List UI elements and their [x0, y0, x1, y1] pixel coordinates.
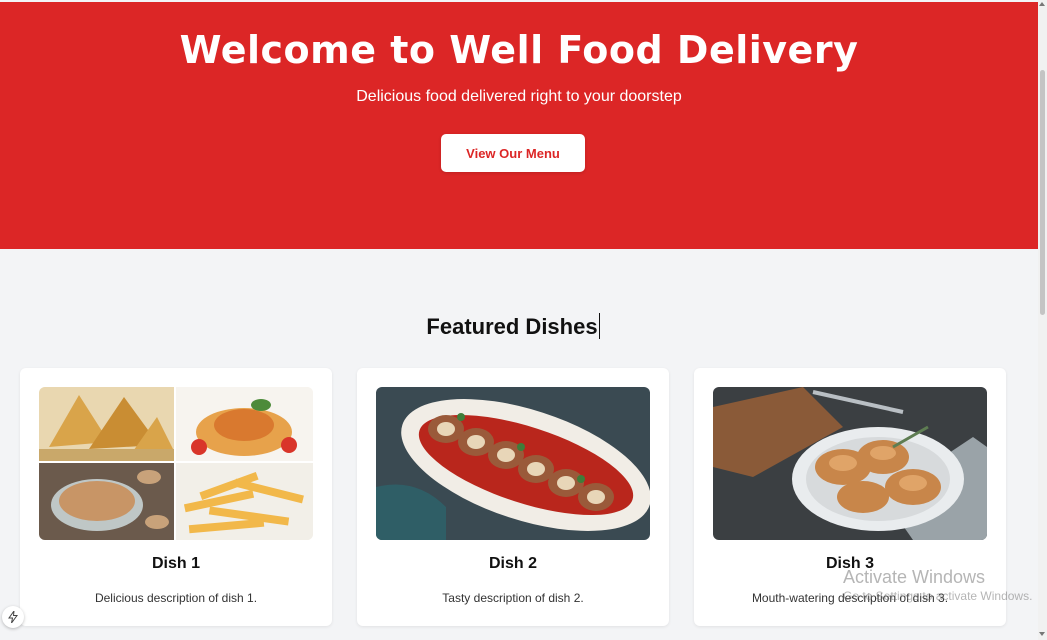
- dish-description: Delicious description of dish 1.: [94, 591, 258, 605]
- dish-description: Mouth-watering description of dish 3.: [751, 591, 949, 605]
- dish-name: Dish 2: [488, 555, 537, 572]
- dish-2-image: [376, 387, 650, 540]
- dish-card-2[interactable]: Dish 2 Tasty description of dish 2.: [357, 368, 669, 626]
- food-collage-image: [39, 387, 313, 540]
- lightning-icon: [8, 611, 18, 623]
- hero-banner: Welcome to Well Food Delivery Delicious …: [0, 2, 1038, 249]
- dev-tools-badge[interactable]: [2, 606, 24, 628]
- dish-name: Dish 1: [151, 555, 200, 572]
- page-scrollbar[interactable]: [1038, 0, 1047, 640]
- scroll-thumb[interactable]: [1040, 70, 1045, 315]
- dish-description: Tasty description of dish 2.: [442, 591, 584, 605]
- scroll-down-arrow-icon[interactable]: [1039, 632, 1045, 636]
- dish-card-3[interactable]: Dish 3 Mouth-watering description of dis…: [694, 368, 1006, 626]
- featured-dishes-title: Featured Dishes: [426, 313, 600, 339]
- dish-name: Dish 3: [825, 555, 874, 572]
- view-menu-button[interactable]: View Our Menu: [441, 134, 585, 172]
- text-cursor: [598, 313, 600, 339]
- stuffed-roll-image: [376, 387, 650, 540]
- dish-1-image: [39, 387, 313, 540]
- dish-card-1[interactable]: Dish 1 Delicious description of dish 1.: [20, 368, 332, 626]
- pastry-plate-image: [713, 387, 987, 540]
- scroll-up-arrow-icon[interactable]: [1039, 2, 1045, 6]
- dish-3-image: [713, 387, 987, 540]
- hero-subtitle: Delicious food delivered right to your d…: [356, 88, 682, 105]
- hero-title: Welcome to Well Food Delivery: [179, 28, 859, 72]
